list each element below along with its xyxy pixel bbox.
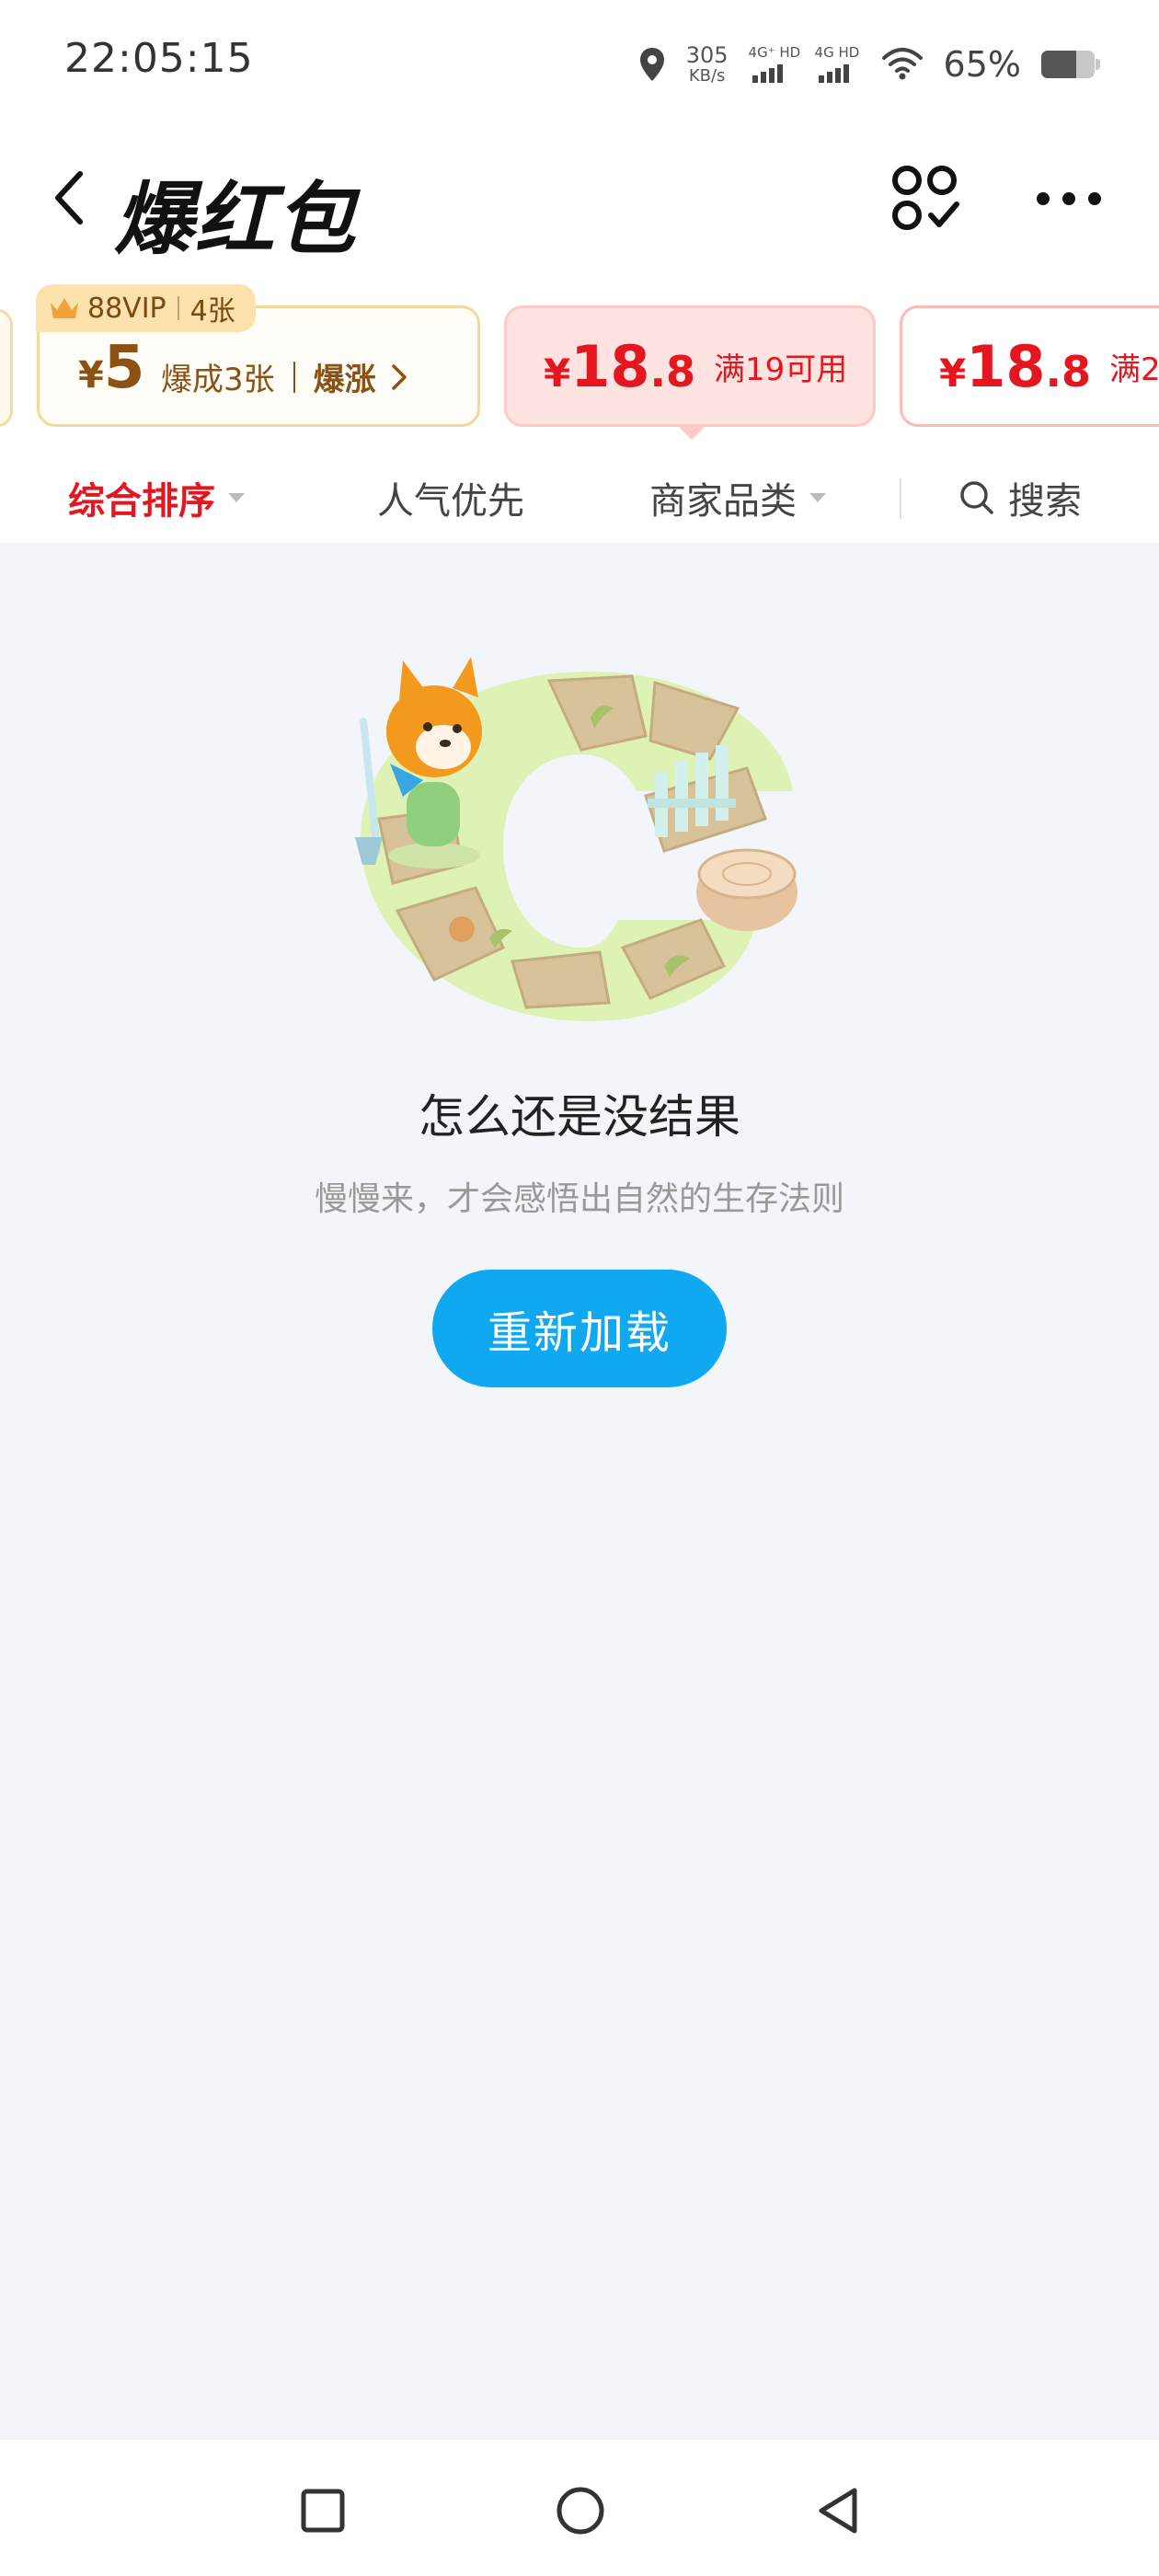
vip-badge-count: 4张 xyxy=(189,295,235,328)
search-label: 搜索 xyxy=(1008,480,1082,523)
status-bar: 22:05:15 305 KB/s 4G⁺ HD 4G HD 65% xyxy=(0,0,1159,129)
coupon-vip-amount: ¥5 xyxy=(78,334,144,402)
search-icon xyxy=(960,481,993,514)
signal-sim2-icon: 4G HD xyxy=(815,44,861,85)
status-time: 22:05:15 xyxy=(64,35,254,82)
coupon-next[interactable]: ¥18.8 满29 xyxy=(900,305,1159,427)
status-icons: 305 KB/s 4G⁺ HD 4G HD 65% xyxy=(638,37,1100,92)
empty-title: 怎么还是没结果 xyxy=(419,1090,740,1144)
currency-symbol: ¥ xyxy=(544,350,571,396)
currency-symbol: ¥ xyxy=(939,350,967,396)
back-button[interactable] xyxy=(37,166,101,230)
more-button[interactable] xyxy=(1032,162,1106,236)
currency-symbol: ¥ xyxy=(78,354,104,397)
page-title: 爆红包 xyxy=(114,174,357,266)
coupon-vip-value: 5 xyxy=(103,334,145,402)
selected-indicator xyxy=(677,425,706,440)
filter-sort-label: 综合排序 xyxy=(68,480,215,523)
caret-down-icon xyxy=(228,493,245,502)
empty-subtitle: 慢慢来，才会感悟出自然的生存法则 xyxy=(314,1180,844,1218)
coupon-vip-desc: 爆成3张 爆涨 xyxy=(161,354,407,399)
home-button[interactable] xyxy=(548,2478,613,2543)
filter-popular-label: 人气优先 xyxy=(377,480,524,523)
coupon-amount: ¥18.8 xyxy=(544,333,695,400)
location-icon xyxy=(639,48,664,81)
recent-apps-button[interactable] xyxy=(291,2478,355,2543)
network-speed-unit: KB/s xyxy=(688,66,726,86)
filter-category-label: 商家品类 xyxy=(649,480,797,523)
sim2-label: 4G HD xyxy=(814,44,860,61)
search-button[interactable]: 搜索 xyxy=(958,471,1082,524)
battery-icon xyxy=(1041,51,1100,78)
network-speed-value: 305 xyxy=(685,42,729,68)
back-nav-button[interactable] xyxy=(806,2478,870,2543)
coupon-vip-description: 爆成3张 xyxy=(161,362,275,398)
filter-popular[interactable]: 人气优先 xyxy=(377,471,524,524)
mini-apps-button[interactable] xyxy=(889,162,962,236)
crown-icon xyxy=(51,298,78,318)
back-icon xyxy=(55,171,83,224)
coupon-prev-partial[interactable] xyxy=(0,309,13,427)
coupon-amount-dec: .8 xyxy=(1045,346,1091,397)
network-speed: 305 KB/s xyxy=(686,44,729,85)
caret-down-icon xyxy=(809,493,826,502)
coupon-vip[interactable]: 88VIP 4张 ¥5 爆成3张 爆涨 xyxy=(36,284,480,427)
vip-badge: 88VIP 4张 xyxy=(36,284,256,332)
boost-action[interactable]: 爆涨 xyxy=(314,354,376,399)
chevron-right-icon xyxy=(391,363,407,390)
coupon-amount-int: 18 xyxy=(966,332,1046,400)
coupon-amount-int: 18 xyxy=(570,332,650,400)
wifi-icon xyxy=(881,48,923,80)
circle-icon xyxy=(557,2487,604,2535)
reload-button[interactable]: 重新加载 xyxy=(432,1270,727,1387)
coupon-condition: 满19可用 xyxy=(714,351,848,388)
coupon-strip[interactable]: 88VIP 4张 ¥5 爆成3张 爆涨 ¥18.8 满19可用 ¥18.8 满2… xyxy=(0,276,1159,460)
more-icon xyxy=(1037,192,1101,205)
header: 爆红包 xyxy=(0,138,1159,266)
battery-percent: 65% xyxy=(943,44,1021,85)
square-icon xyxy=(301,2489,345,2533)
filter-category[interactable]: 商家品类 xyxy=(649,471,826,524)
coupon-condition: 满29 xyxy=(1109,351,1159,388)
clover-check-icon xyxy=(892,166,959,230)
system-nav-bar xyxy=(0,2440,1159,2576)
sim1-label: 4G⁺ HD xyxy=(748,44,801,61)
triangle-back-icon xyxy=(819,2488,857,2534)
coupon-amount: ¥18.8 xyxy=(939,333,1091,400)
filter-sort[interactable]: 综合排序 xyxy=(68,471,245,524)
vip-badge-brand: 88VIP xyxy=(87,292,166,325)
filter-divider xyxy=(900,478,901,519)
filter-bar: 综合排序 人气优先 商家品类 搜索 xyxy=(0,458,1159,541)
coupon-amount-dec: .8 xyxy=(649,346,695,397)
empty-state-illustration xyxy=(355,657,798,1021)
signal-sim1-icon: 4G⁺ HD xyxy=(749,44,800,85)
coupon-selected[interactable]: ¥18.8 满19可用 xyxy=(504,305,876,427)
